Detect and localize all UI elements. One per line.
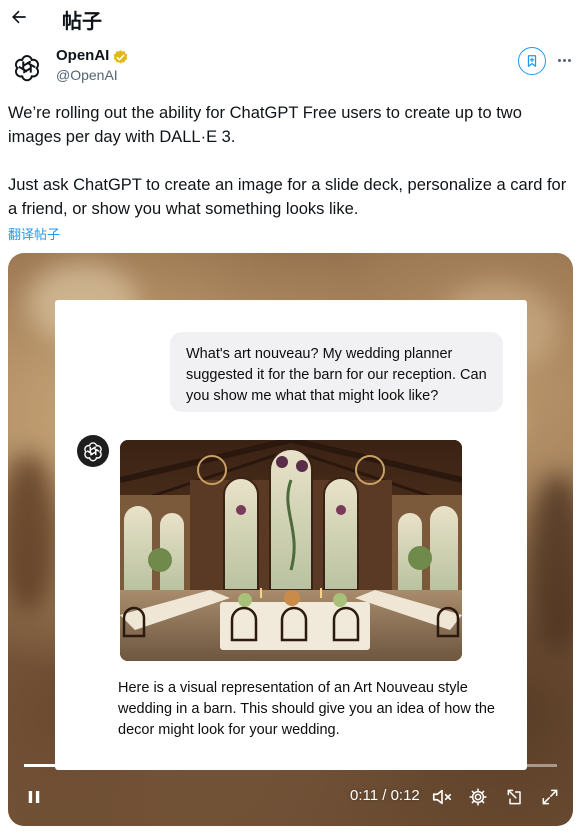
settings-button[interactable]	[465, 785, 491, 809]
back-button[interactable]	[6, 4, 32, 30]
author-handle[interactable]: @OpenAI	[56, 67, 118, 83]
dot	[567, 58, 571, 62]
mute-button[interactable]	[429, 785, 455, 809]
verified-badge-icon	[113, 50, 128, 64]
assistant-message: Here is a visual representation of an Ar…	[118, 680, 495, 738]
pause-icon	[28, 791, 40, 803]
subscribe-button[interactable]	[518, 47, 546, 75]
volume-muted-icon	[432, 789, 452, 805]
translate-post-link[interactable]: 翻译帖子	[8, 224, 60, 243]
tweet-text: We’re rolling out the ability for ChatGP…	[8, 101, 573, 221]
video-progress-fill	[24, 764, 515, 767]
art-nouveau-barn-illustration	[120, 440, 462, 661]
page-title: 帖子	[62, 11, 102, 33]
tweet-paragraph: Just ask ChatGPT to create an image for …	[8, 176, 567, 218]
background-blur	[528, 473, 573, 653]
tweet-paragraph: We’re rolling out the ability for ChatGP…	[8, 104, 522, 146]
openai-logo-icon	[84, 442, 102, 462]
fullscreen-icon	[542, 789, 558, 805]
arrow-left-icon	[12, 10, 26, 24]
more-options-button[interactable]	[552, 50, 576, 70]
dot	[557, 58, 561, 62]
author-name[interactable]: OpenAI	[56, 47, 109, 64]
pause-button[interactable]	[20, 784, 48, 810]
pop-out-icon	[507, 789, 521, 805]
chat-screenshot: What's art nouveau? My wedding planner s…	[55, 300, 527, 770]
user-message: What's art nouveau? My wedding planner s…	[170, 332, 503, 412]
openai-logo-icon	[14, 55, 40, 82]
avatar[interactable]	[8, 48, 46, 86]
video-time: 0:11 / 0:12	[350, 787, 420, 804]
fullscreen-button[interactable]	[537, 785, 563, 809]
video-progress-bar[interactable]	[24, 764, 557, 767]
bookmark-icon	[527, 55, 537, 67]
gear-icon	[469, 788, 487, 806]
pop-out-button[interactable]	[502, 785, 528, 809]
background-blur	[8, 453, 58, 613]
generated-wedding-image	[120, 440, 462, 661]
top-bar: 帖子	[0, 0, 583, 36]
assistant-avatar	[77, 435, 109, 467]
video-player[interactable]: What's art nouveau? My wedding planner s…	[8, 253, 573, 826]
dot	[562, 58, 566, 62]
